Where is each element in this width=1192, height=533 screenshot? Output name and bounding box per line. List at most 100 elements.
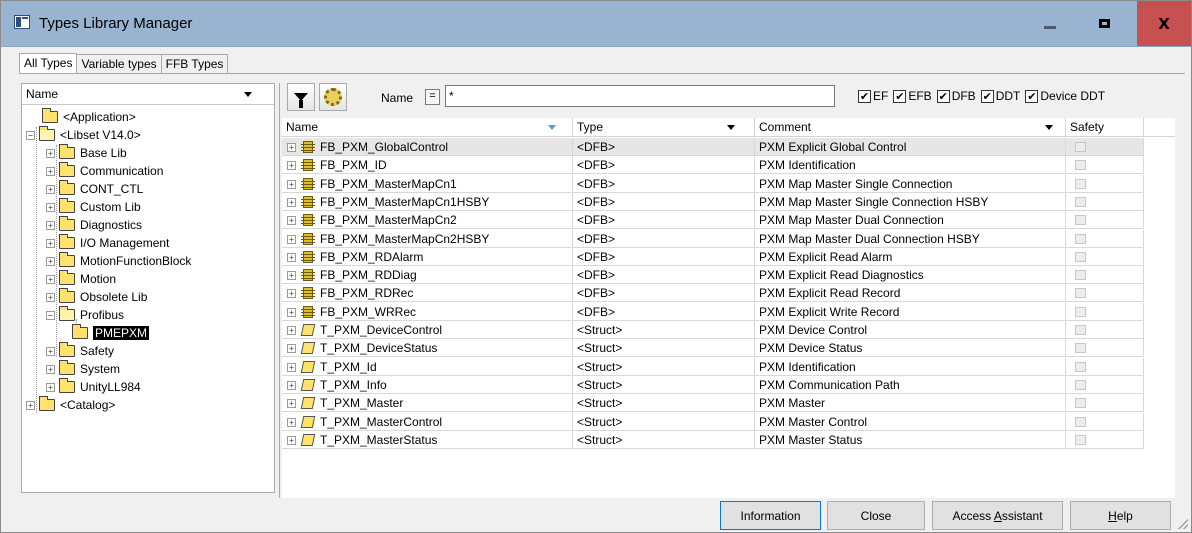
name-filter-input[interactable] bbox=[445, 85, 835, 107]
table-row[interactable]: + FB_PXM_MasterMapCn1 <DFB> PXM Map Master … bbox=[282, 174, 1144, 193]
table-row[interactable]: + T_PXM_MasterStatus <Struct> PXM Master St… bbox=[282, 430, 1144, 449]
column-header-type[interactable]: Type bbox=[573, 118, 755, 137]
cell-name[interactable]: + T_PXM_DeviceControl bbox=[282, 321, 573, 339]
minimize-button[interactable] bbox=[1023, 1, 1077, 46]
expand-icon[interactable]: + bbox=[287, 197, 296, 207]
information-button[interactable]: Information bbox=[720, 501, 821, 530]
table-row[interactable]: + FB_PXM_RDDiag <DFB> PXM Explicit Read Dia… bbox=[282, 266, 1144, 285]
expand-icon[interactable]: + bbox=[46, 292, 55, 302]
tree-item[interactable]: + UnityLL984 bbox=[46, 378, 141, 396]
checkbox-efb-box[interactable]: ✔ bbox=[893, 89, 907, 103]
close-button[interactable]: Close bbox=[827, 501, 925, 530]
cell-name[interactable]: + FB_PXM_ID bbox=[282, 156, 573, 175]
expand-icon[interactable]: + bbox=[287, 234, 296, 244]
cell-name[interactable]: + FB_PXM_MasterMapCn2HSBY bbox=[282, 229, 573, 248]
expand-icon[interactable]: + bbox=[287, 362, 296, 372]
checkbox-efb[interactable]: ✔ EFB bbox=[893, 89, 932, 103]
column-header-comment[interactable]: Comment bbox=[755, 118, 1066, 137]
expand-icon[interactable]: + bbox=[287, 216, 296, 226]
tree-item[interactable]: + Custom Lib bbox=[46, 198, 141, 216]
table-row[interactable]: + T_PXM_DeviceStatus <Struct> PXM Device St… bbox=[282, 339, 1144, 358]
checkbox-ddt[interactable]: ✔ DDT bbox=[980, 89, 1020, 103]
expand-icon[interactable]: + bbox=[287, 161, 296, 171]
type-options-button[interactable] bbox=[319, 83, 347, 111]
tree-item[interactable]: + <Catalog> bbox=[26, 396, 115, 414]
tree-item[interactable]: + CONT_CTL bbox=[46, 180, 143, 198]
table-row[interactable]: + FB_PXM_GlobalControl <DFB> PXM Explicit G… bbox=[282, 138, 1144, 156]
cell-name[interactable]: + FB_PXM_RDAlarm bbox=[282, 247, 573, 266]
tree-item[interactable]: + Safety bbox=[46, 342, 114, 360]
cell-name[interactable]: + FB_PXM_RDRec bbox=[282, 284, 573, 303]
expand-icon[interactable]: + bbox=[287, 179, 296, 189]
cell-name[interactable]: + T_PXM_Info bbox=[282, 375, 573, 394]
expand-icon[interactable]: + bbox=[46, 220, 55, 230]
expand-icon[interactable]: + bbox=[46, 148, 55, 158]
filter-button[interactable] bbox=[287, 83, 315, 111]
collapse-icon[interactable]: − bbox=[26, 130, 35, 140]
table-row[interactable]: + FB_PXM_RDAlarm <DFB> PXM Explicit Read Al… bbox=[282, 247, 1144, 266]
dropdown-arrow-icon[interactable] bbox=[1045, 125, 1053, 130]
table-row[interactable]: + T_PXM_MasterControl <Struct> PXM Master C… bbox=[282, 412, 1144, 431]
cell-name[interactable]: + T_PXM_MasterStatus bbox=[282, 430, 573, 449]
expand-icon[interactable]: + bbox=[287, 399, 296, 409]
cell-name[interactable]: + T_PXM_Id bbox=[282, 357, 573, 376]
cell-name[interactable]: + T_PXM_Master bbox=[282, 394, 573, 413]
tree-item[interactable]: + Motion bbox=[46, 270, 116, 288]
tree-item[interactable]: + I/O Management bbox=[46, 234, 169, 252]
cell-name[interactable]: + FB_PXM_MasterMapCn1HSBY bbox=[282, 192, 573, 211]
tree-item[interactable]: + Diagnostics bbox=[46, 216, 142, 234]
access-assistant-button[interactable]: Access Assistant bbox=[932, 501, 1063, 530]
cell-name[interactable]: + FB_PXM_RDDiag bbox=[282, 266, 573, 285]
expand-icon[interactable]: + bbox=[46, 202, 55, 212]
cell-name[interactable]: + FB_PXM_MasterMapCn1 bbox=[282, 174, 573, 193]
table-row[interactable]: + T_PXM_Info <Struct> PXM Communication Pat… bbox=[282, 375, 1144, 394]
column-header-safety[interactable]: Safety bbox=[1066, 118, 1144, 137]
table-row[interactable]: + T_PXM_Id <Struct> PXM Identification bbox=[282, 357, 1144, 376]
table-row[interactable]: + T_PXM_Master <Struct> PXM Master bbox=[282, 394, 1144, 413]
expand-icon[interactable]: + bbox=[287, 344, 296, 354]
checkbox-device-ddt[interactable]: ✔ Device DDT bbox=[1025, 89, 1105, 103]
expand-icon[interactable]: + bbox=[46, 166, 55, 176]
table-row[interactable]: + FB_PXM_MasterMapCn2 <DFB> PXM Map Master … bbox=[282, 211, 1144, 230]
dropdown-arrow-icon[interactable] bbox=[244, 92, 252, 97]
expand-icon[interactable]: + bbox=[46, 184, 55, 194]
expand-icon[interactable]: + bbox=[287, 143, 296, 152]
expand-icon[interactable]: + bbox=[287, 289, 296, 299]
close-window-button[interactable]: X bbox=[1137, 1, 1191, 46]
tree-header[interactable]: Name bbox=[22, 84, 274, 105]
dropdown-arrow-icon[interactable] bbox=[727, 125, 735, 130]
table-row[interactable]: + FB_PXM_RDRec <DFB> PXM Explicit Read Reco… bbox=[282, 284, 1144, 303]
checkbox-ddt-box[interactable]: ✔ bbox=[980, 89, 994, 103]
title-bar[interactable]: Types Library Manager X bbox=[1, 1, 1191, 47]
tree-item[interactable]: + System bbox=[46, 360, 120, 378]
expand-icon[interactable]: + bbox=[287, 435, 296, 445]
resize-grip-icon[interactable] bbox=[1178, 519, 1188, 529]
expand-icon[interactable]: + bbox=[46, 346, 55, 356]
maximize-button[interactable] bbox=[1077, 1, 1131, 46]
expand-icon[interactable]: + bbox=[287, 380, 296, 390]
tab-ffb-types[interactable]: FFB Types bbox=[160, 54, 229, 73]
checkbox-ef[interactable]: ✔ EF bbox=[858, 89, 888, 103]
checkbox-dfb-box[interactable]: ✔ bbox=[936, 89, 950, 103]
collapse-icon[interactable]: − bbox=[46, 310, 55, 320]
tab-variable-types[interactable]: Variable types bbox=[76, 54, 162, 73]
expand-icon[interactable]: + bbox=[287, 307, 296, 317]
tree-item[interactable]: + Base Lib bbox=[46, 144, 127, 162]
expand-icon[interactable]: + bbox=[46, 238, 55, 248]
expand-icon[interactable]: + bbox=[46, 382, 55, 392]
expand-icon[interactable]: + bbox=[46, 274, 55, 284]
tree-item[interactable]: − Profibus bbox=[46, 306, 124, 324]
table-row[interactable]: + FB_PXM_ID <DFB> PXM Identification bbox=[282, 156, 1144, 175]
table-row[interactable]: + FB_PXM_MasterMapCn2HSBY <DFB> PXM Map Mas… bbox=[282, 229, 1144, 248]
expand-icon[interactable]: + bbox=[287, 417, 296, 427]
table-row[interactable]: + FB_PXM_WRRec <DFB> PXM Explicit Write Rec… bbox=[282, 302, 1144, 321]
name-operator-button[interactable]: = bbox=[425, 89, 440, 105]
checkbox-ef-box[interactable]: ✔ bbox=[858, 89, 871, 103]
expand-icon[interactable]: + bbox=[46, 364, 55, 374]
expand-icon[interactable]: + bbox=[26, 400, 35, 410]
checkbox-dfb[interactable]: ✔ DFB bbox=[936, 89, 976, 103]
cell-name[interactable]: + FB_PXM_GlobalControl bbox=[282, 138, 573, 156]
panel-splitter[interactable] bbox=[279, 83, 281, 498]
expand-icon[interactable]: + bbox=[46, 256, 55, 266]
tree-item[interactable]: PMEPXM bbox=[66, 324, 150, 342]
